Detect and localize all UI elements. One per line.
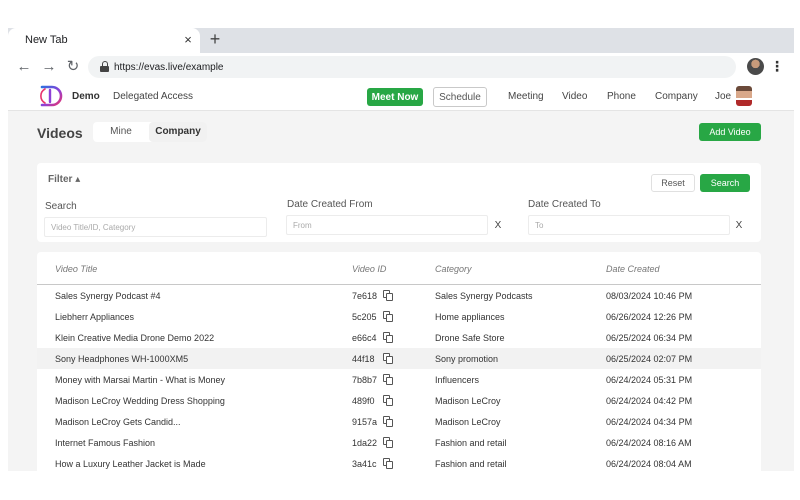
clear-from-icon[interactable]: X (492, 220, 504, 231)
video-category: Home appliances (435, 312, 505, 322)
table-row[interactable]: Liebherr Appliances 5c205 Home appliance… (37, 306, 761, 327)
video-title: Madison LeCroy Wedding Dress Shopping (55, 396, 225, 406)
brand-name: Demo (72, 91, 100, 102)
video-date: 08/03/2024 10:46 PM (606, 291, 693, 301)
date-to-input[interactable] (528, 215, 730, 235)
video-category: Drone Safe Store (435, 333, 505, 343)
video-id: 7b8b7 (352, 375, 378, 385)
video-id: 5c205 (352, 312, 377, 322)
nav-video[interactable]: Video (562, 91, 587, 102)
new-tab-icon[interactable]: + (204, 28, 226, 50)
reset-button[interactable]: Reset (651, 174, 695, 192)
date-from-input[interactable] (286, 215, 488, 235)
table-row[interactable]: Money with Marsai Martin - What is Money… (37, 369, 761, 390)
video-id: 1da22 (352, 438, 378, 448)
video-id: 489f0 (352, 396, 375, 406)
table-row[interactable]: Sony Headphones WH-1000XM5 44f18 Sony pr… (37, 348, 761, 369)
video-date: 06/25/2024 06:34 PM (606, 333, 693, 343)
column-header-id[interactable]: Video ID (352, 264, 386, 274)
video-category: Fashion and retail (435, 438, 507, 448)
copy-icon[interactable] (383, 353, 393, 364)
date-from-label: Date Created From (287, 199, 373, 210)
filter-toggle[interactable]: Filter ▴ (48, 174, 80, 185)
table-body: Sales Synergy Podcast #4 7e618 Sales Syn… (37, 285, 761, 474)
column-header-date[interactable]: Date Created (606, 264, 660, 274)
column-header-category[interactable]: Category (435, 264, 472, 274)
video-title: Klein Creative Media Drone Demo 2022 (55, 333, 215, 343)
video-category: Madison LeCroy (435, 396, 501, 406)
date-to-label: Date Created To (528, 199, 601, 210)
video-id: 7e618 (352, 291, 378, 301)
video-id: 3a41c (352, 459, 377, 469)
copy-icon[interactable] (383, 290, 393, 301)
table-row[interactable]: How a Luxury Leather Jacket is Made 3a41… (37, 453, 761, 474)
user-name[interactable]: Joe (715, 91, 731, 102)
video-id: 44f18 (352, 354, 375, 364)
copy-icon[interactable] (383, 458, 393, 469)
url-text[interactable]: https://evas.live/example (114, 62, 224, 73)
forward-arrow-icon[interactable]: → (40, 58, 58, 76)
video-category: Fashion and retail (435, 459, 507, 469)
logo-icon[interactable] (36, 84, 66, 108)
meet-now-button[interactable]: Meet Now (367, 88, 423, 106)
video-title: Internet Famous Fashion (55, 438, 156, 448)
video-title: Sony Headphones WH-1000XM5 (55, 354, 189, 364)
tab-mine[interactable]: Mine (93, 122, 149, 142)
back-arrow-icon[interactable]: ← (15, 58, 33, 76)
tab-close-icon[interactable]: × (180, 32, 196, 47)
copy-icon[interactable] (383, 437, 393, 448)
video-title: Sales Synergy Podcast #4 (55, 291, 161, 301)
table-row[interactable]: Sales Synergy Podcast #4 7e618 Sales Syn… (37, 285, 761, 306)
table-row[interactable]: Madison LeCroy Gets Candid... 9157a Madi… (37, 411, 761, 432)
video-date: 06/25/2024 02:07 PM (606, 354, 693, 364)
reload-icon[interactable]: ↻ (64, 58, 82, 76)
search-button[interactable]: Search (700, 174, 750, 192)
clear-to-icon[interactable]: X (733, 220, 745, 231)
copy-icon[interactable] (383, 374, 393, 385)
video-date: 06/24/2024 04:42 PM (606, 396, 693, 406)
copy-icon[interactable] (383, 395, 393, 406)
search-input[interactable] (44, 217, 267, 237)
table-row[interactable]: Madison LeCroy Wedding Dress Shopping 48… (37, 390, 761, 411)
video-category: Madison LeCroy (435, 417, 501, 427)
video-id: e66c4 (352, 333, 377, 343)
browser-menu-icon[interactable]: ⋮ (770, 57, 784, 75)
browser-tab[interactable]: New Tab × (8, 28, 200, 53)
lock-icon (100, 61, 109, 72)
video-category: Sales Synergy Podcasts (435, 291, 533, 301)
tab-title: New Tab (25, 34, 68, 46)
video-category: Sony promotion (435, 354, 499, 364)
video-title: How a Luxury Leather Jacket is Made (55, 459, 206, 469)
video-title: Liebherr Appliances (55, 312, 135, 322)
table-row[interactable]: Internet Famous Fashion 1da22 Fashion an… (37, 432, 761, 453)
video-date: 06/24/2024 08:16 AM (606, 438, 692, 448)
video-date: 06/24/2024 08:04 AM (606, 459, 692, 469)
delegated-access-link[interactable]: Delegated Access (113, 91, 193, 102)
search-label: Search (45, 201, 77, 212)
user-avatar[interactable] (736, 86, 752, 106)
copy-icon[interactable] (383, 416, 393, 427)
profile-avatar[interactable] (747, 58, 764, 75)
nav-phone[interactable]: Phone (607, 91, 636, 102)
column-header-title[interactable]: Video Title (55, 264, 97, 274)
video-date: 06/24/2024 04:34 PM (606, 417, 693, 427)
tab-company[interactable]: Company (149, 122, 207, 142)
copy-icon[interactable] (383, 332, 393, 343)
page-title: Videos (37, 125, 83, 141)
nav-meeting[interactable]: Meeting (508, 91, 544, 102)
video-date: 06/26/2024 12:26 PM (606, 312, 693, 322)
video-title: Madison LeCroy Gets Candid... (55, 417, 181, 427)
schedule-button[interactable]: Schedule (433, 87, 487, 107)
table-row[interactable]: Klein Creative Media Drone Demo 2022 e66… (37, 327, 761, 348)
video-category: Influencers (435, 375, 480, 385)
video-id: 9157a (352, 417, 378, 427)
nav-company[interactable]: Company (655, 91, 698, 102)
add-video-button[interactable]: Add Video (699, 123, 761, 141)
video-title: Money with Marsai Martin - What is Money (55, 375, 226, 385)
copy-icon[interactable] (383, 311, 393, 322)
video-date: 06/24/2024 05:31 PM (606, 375, 693, 385)
